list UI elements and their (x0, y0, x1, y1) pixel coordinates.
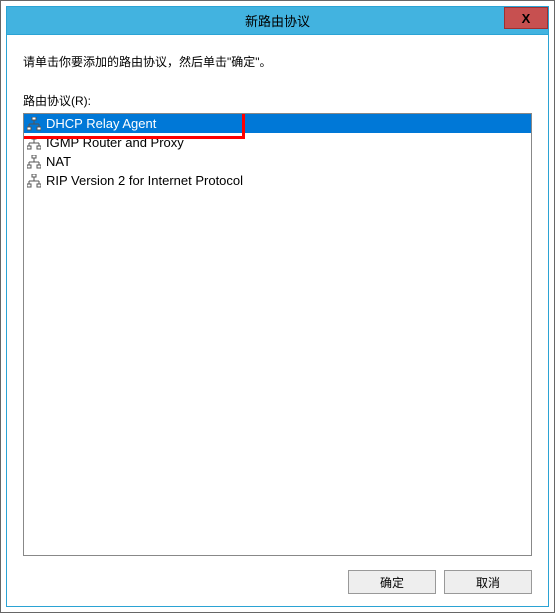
cancel-button-label: 取消 (476, 574, 500, 591)
dialog-content: 请单击你要添加的路由协议，然后单击"确定"。 路由协议(R): DHCP Rel… (7, 35, 548, 606)
list-item-label: NAT (46, 154, 71, 169)
protocol-icon (26, 116, 42, 132)
button-row: 确定 取消 (23, 556, 532, 594)
dialog-window: 新路由协议 X 请单击你要添加的路由协议，然后单击"确定"。 路由协议(R): … (6, 6, 549, 607)
ok-button-label: 确定 (380, 574, 404, 591)
protocol-icon (26, 154, 42, 170)
list-item[interactable]: IGMP Router and Proxy (24, 133, 531, 152)
list-item[interactable]: RIP Version 2 for Internet Protocol (24, 171, 531, 190)
instruction-text: 请单击你要添加的路由协议，然后单击"确定"。 (23, 53, 532, 70)
ok-button[interactable]: 确定 (348, 570, 436, 594)
protocol-icon (26, 135, 42, 151)
list-item[interactable]: NAT (24, 152, 531, 171)
list-item-label: DHCP Relay Agent (46, 116, 156, 131)
listbox-label: 路由协议(R): (23, 92, 532, 109)
list-item-label: IGMP Router and Proxy (46, 135, 184, 150)
list-item[interactable]: DHCP Relay Agent (24, 114, 531, 133)
list-item-label: RIP Version 2 for Internet Protocol (46, 173, 243, 188)
titlebar: 新路由协议 X (7, 7, 548, 35)
protocol-listbox[interactable]: DHCP Relay Agent IGMP Router and Proxy N… (23, 113, 532, 556)
close-button[interactable]: X (504, 7, 548, 29)
cancel-button[interactable]: 取消 (444, 570, 532, 594)
close-icon: X (522, 11, 531, 26)
protocol-icon (26, 173, 42, 189)
window-title: 新路由协议 (245, 11, 310, 30)
